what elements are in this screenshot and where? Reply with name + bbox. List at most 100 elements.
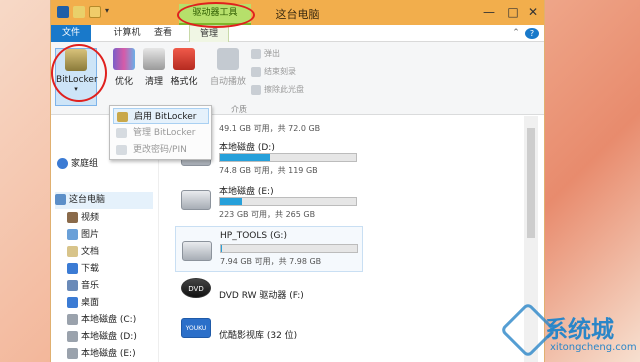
- drive-icon: [67, 314, 78, 325]
- minimize-button[interactable]: —: [477, 4, 501, 21]
- menu-label: 启用 BitLocker: [134, 112, 197, 122]
- eject-button[interactable]: 弹出: [251, 48, 280, 59]
- dvd-icon: DVD: [181, 278, 211, 298]
- documents-icon: [67, 246, 78, 257]
- drive-icon: [67, 348, 78, 359]
- drive-g-usage-fill: [221, 245, 223, 252]
- drive-d-usage-bar: [219, 153, 357, 162]
- title-bar: ▾ 这台电脑 驱动器工具 — □ ✕: [51, 0, 544, 25]
- autoplay-button[interactable]: 自动播放: [209, 48, 247, 87]
- nav-label: 本地磁盘 (E:): [81, 349, 136, 359]
- nav-downloads[interactable]: 下载: [67, 261, 99, 278]
- drive-icon: [182, 241, 212, 261]
- nav-this-pc[interactable]: 这台电脑: [55, 192, 153, 209]
- drive-f-name: DVD RW 驱动器 (F:): [219, 291, 304, 301]
- watermark-text: 系统城: [545, 317, 614, 343]
- nav-label: 桌面: [81, 298, 100, 308]
- nav-label: 视频: [81, 213, 100, 223]
- nav-videos[interactable]: 视频: [67, 210, 99, 227]
- tab-computer[interactable]: 计算机: [107, 25, 147, 42]
- format-label: 格式化: [170, 77, 198, 87]
- finish-burn-label: 结束刻录: [264, 67, 296, 76]
- erase-disc-icon: [251, 84, 261, 95]
- close-button[interactable]: ✕: [521, 4, 544, 21]
- nav-label: 家庭组: [71, 159, 99, 169]
- help-button[interactable]: ?: [525, 28, 539, 39]
- drive-icon: [181, 190, 211, 210]
- finish-burn-icon: [251, 66, 261, 77]
- drive-d-tile[interactable]: 本地磁盘 (D:) 74.8 GB 可用，共 119 GB: [181, 140, 481, 180]
- drive-e-usage-bar: [219, 197, 357, 206]
- content-scrollbar-thumb[interactable]: [527, 128, 535, 238]
- nav-label: 本地磁盘 (D:): [81, 332, 137, 342]
- menu-label: 管理 BitLocker: [133, 128, 196, 138]
- bitlocker-key-icon: [117, 112, 128, 122]
- drive-g-usage-bar: [220, 244, 358, 253]
- nav-label: 本地磁盘 (C:): [81, 315, 137, 325]
- music-icon: [67, 280, 78, 291]
- erase-disc-button[interactable]: 擦除此光盘: [251, 84, 304, 95]
- explorer-window: ▾ 这台电脑 驱动器工具 — □ ✕ 文件 计算机 查看 管理 ⌃ ? BitL…: [50, 0, 545, 362]
- drive-e-usage-fill: [220, 198, 242, 205]
- menu-manage-bitlocker[interactable]: 管理 BitLocker: [113, 125, 209, 141]
- computer-icon: [55, 194, 66, 205]
- autoplay-label: 自动播放: [209, 77, 246, 87]
- optimize-icon: [113, 48, 135, 70]
- menu-change-password[interactable]: 更改密码/PIN: [113, 142, 209, 158]
- tab-view[interactable]: 查看: [147, 25, 179, 42]
- highlight-circle-drive-tools: [177, 2, 255, 28]
- highlight-circle-bitlocker: [51, 44, 107, 102]
- nav-documents[interactable]: 文档: [67, 244, 99, 261]
- homegroup-icon: [57, 158, 68, 169]
- nav-pictures[interactable]: 图片: [67, 227, 99, 244]
- drive-icon: [67, 331, 78, 342]
- window-title: 这台电脑: [275, 8, 320, 21]
- downloads-icon: [67, 263, 78, 274]
- drive-g-info: 7.94 GB 可用，共 7.98 GB: [220, 257, 322, 266]
- menu-enable-bitlocker[interactable]: 启用 BitLocker: [113, 108, 209, 124]
- nav-music[interactable]: 音乐: [67, 278, 99, 295]
- drive-d-info: 74.8 GB 可用，共 119 GB: [219, 166, 318, 175]
- bitlocker-menu: 启用 BitLocker 管理 BitLocker 更改密码/PIN: [109, 105, 212, 160]
- drive-c-info: 49.1 GB 可用，共 72.0 GB: [219, 124, 321, 133]
- format-button[interactable]: 格式化: [169, 48, 199, 87]
- nav-drive-e[interactable]: 本地磁盘 (E:): [67, 346, 136, 362]
- cleanup-icon: [143, 48, 165, 70]
- drive-e-tile[interactable]: 本地磁盘 (E:) 223 GB 可用，共 265 GB: [181, 184, 481, 224]
- erase-disc-label: 擦除此光盘: [264, 85, 304, 94]
- drives-list: 49.1 GB 可用，共 72.0 GB 本地磁盘 (D:) 74.8 GB 可…: [169, 108, 524, 362]
- media-group-label: 介质: [231, 105, 247, 114]
- desktop-icon: [67, 297, 78, 308]
- nav-label: 文档: [81, 247, 100, 257]
- eject-label: 弹出: [264, 49, 280, 58]
- cleanup-button[interactable]: 清理: [141, 48, 167, 87]
- ribbon-collapse-button[interactable]: ⌃: [509, 25, 523, 42]
- nav-desktop[interactable]: 桌面: [67, 295, 99, 312]
- drive-e-info: 223 GB 可用，共 265 GB: [219, 210, 316, 219]
- drive-g-tile[interactable]: HP_TOOLS (G:) 7.94 GB 可用，共 7.98 GB: [175, 226, 363, 272]
- nav-label: 音乐: [81, 281, 100, 291]
- pictures-icon: [67, 229, 78, 240]
- nav-homegroup[interactable]: 家庭组: [57, 156, 98, 173]
- menu-label: 更改密码/PIN: [133, 145, 187, 155]
- drive-e-name: 本地磁盘 (E:): [219, 187, 274, 197]
- finish-burn-button[interactable]: 结束刻录: [251, 66, 296, 77]
- cleanup-label: 清理: [144, 77, 163, 87]
- drive-f-tile[interactable]: DVD DVD RW 驱动器 (F:): [181, 278, 481, 312]
- nav-drive-c[interactable]: 本地磁盘 (C:): [67, 312, 136, 329]
- youku-icon: YOUKU: [181, 318, 211, 338]
- nav-label: 下载: [81, 264, 100, 274]
- drive-g-name: HP_TOOLS (G:): [220, 231, 287, 241]
- youku-library-tile[interactable]: YOUKU 优酷影视库 (32 位): [181, 318, 481, 352]
- optimize-button[interactable]: 优化: [111, 48, 137, 87]
- optimize-label: 优化: [114, 77, 133, 87]
- nav-label: 图片: [81, 230, 100, 240]
- watermark-url: xitongcheng.com: [550, 342, 637, 353]
- nav-drive-d[interactable]: 本地磁盘 (D:): [67, 329, 137, 346]
- nav-label: 这台电脑: [69, 195, 106, 205]
- videos-icon: [67, 212, 78, 223]
- eject-icon: [251, 48, 261, 59]
- format-icon: [173, 48, 195, 70]
- tab-file[interactable]: 文件: [51, 25, 91, 42]
- password-icon: [116, 145, 127, 155]
